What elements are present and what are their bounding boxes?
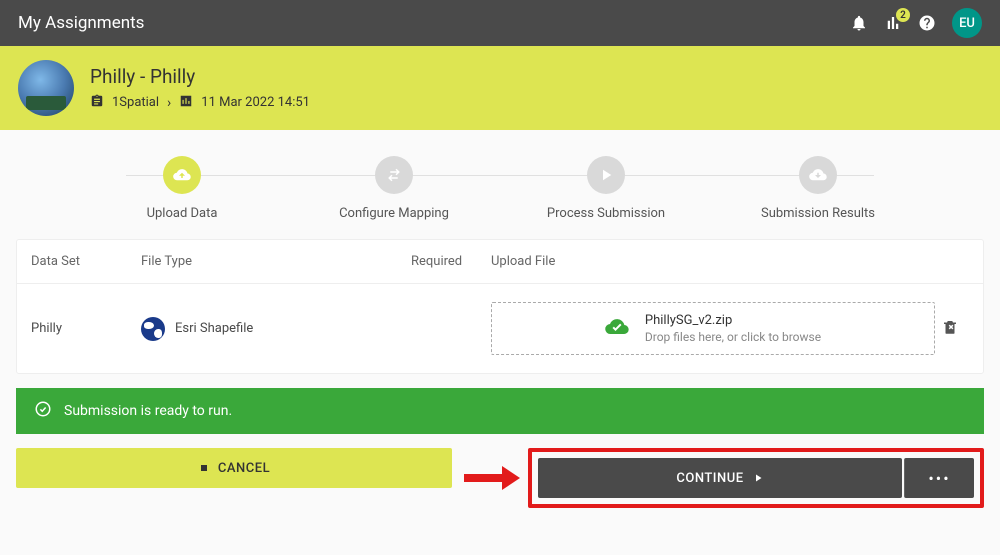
chart-badge: 2 bbox=[896, 8, 910, 22]
swap-icon bbox=[375, 156, 413, 194]
uploaded-filename: PhillySG_v2.zip bbox=[645, 313, 732, 328]
cloud-upload-icon bbox=[163, 156, 201, 194]
column-header-uploadfile: Upload File bbox=[491, 254, 935, 269]
cell-upload: PhillySG_v2.zip Drop files here, or clic… bbox=[491, 302, 935, 355]
step-label: Submission Results bbox=[761, 206, 875, 221]
assignment-header: Philly - Philly 1Spatial › 11 Mar 2022 1… bbox=[0, 46, 1000, 130]
table-row: Philly Esri Shapefile PhillySG_v2.zip Dr… bbox=[17, 284, 983, 373]
top-bar: My Assignments 2 EU bbox=[0, 0, 1000, 46]
cell-dataset: Philly bbox=[31, 321, 141, 336]
dropzone-text: PhillySG_v2.zip Drop files here, or clic… bbox=[645, 313, 821, 344]
bell-icon[interactable] bbox=[850, 14, 868, 32]
step-label: Process Submission bbox=[547, 206, 665, 221]
cloud-download-icon bbox=[799, 156, 837, 194]
column-header-dataset: Data Set bbox=[31, 254, 141, 269]
continue-highlight-box: CONTINUE ••• bbox=[528, 448, 984, 508]
chart-icon[interactable]: 2 bbox=[884, 14, 902, 32]
clipboard-icon bbox=[90, 94, 104, 112]
user-avatar[interactable]: EU bbox=[952, 8, 982, 38]
play-icon bbox=[752, 472, 764, 484]
file-dropzone[interactable]: PhillySG_v2.zip Drop files here, or clic… bbox=[491, 302, 935, 355]
status-message: Submission is ready to run. bbox=[64, 403, 232, 419]
assignment-title: Philly - Philly bbox=[90, 65, 310, 88]
breadcrumb-org[interactable]: 1Spatial bbox=[112, 95, 159, 110]
step-submission-results[interactable]: Submission Results bbox=[712, 156, 924, 221]
cancel-button[interactable]: CANCEL bbox=[16, 448, 452, 488]
stop-icon bbox=[198, 462, 210, 474]
assignment-logo bbox=[18, 60, 74, 116]
column-header-filetype: File Type bbox=[141, 254, 411, 269]
annotation-arrow bbox=[460, 448, 520, 508]
check-circle-icon bbox=[34, 400, 52, 422]
cell-delete bbox=[935, 318, 965, 340]
chevron-right-icon: › bbox=[167, 95, 171, 111]
step-upload-data[interactable]: Upload Data bbox=[76, 156, 288, 221]
help-icon[interactable] bbox=[918, 14, 936, 32]
delete-icon[interactable] bbox=[941, 318, 959, 340]
step-label: Upload Data bbox=[147, 206, 218, 221]
filetype-label: Esri Shapefile bbox=[175, 321, 253, 336]
cell-filetype: Esri Shapefile bbox=[141, 317, 411, 341]
step-label: Configure Mapping bbox=[339, 206, 449, 221]
assignment-info: Philly - Philly 1Spatial › 11 Mar 2022 1… bbox=[90, 65, 310, 112]
chart-bar-icon bbox=[179, 94, 193, 112]
step-process-submission[interactable]: Process Submission bbox=[500, 156, 712, 221]
cloud-check-icon bbox=[605, 315, 629, 343]
stepper: Upload Data Configure Mapping Process Su… bbox=[16, 156, 984, 221]
continue-label: CONTINUE bbox=[676, 471, 743, 486]
column-header-required: Required bbox=[411, 254, 491, 269]
arrow-right-icon bbox=[464, 466, 520, 490]
step-configure-mapping[interactable]: Configure Mapping bbox=[288, 156, 500, 221]
page-title: My Assignments bbox=[18, 13, 850, 33]
table-header-row: Data Set File Type Required Upload File bbox=[17, 240, 983, 284]
action-row: CANCEL CONTINUE ••• bbox=[16, 448, 984, 508]
breadcrumb: 1Spatial › 11 Mar 2022 14:51 bbox=[90, 94, 310, 112]
globe-icon bbox=[141, 317, 165, 341]
status-banner: Submission is ready to run. bbox=[16, 388, 984, 434]
main-content: Upload Data Configure Mapping Process Su… bbox=[0, 130, 1000, 508]
dropzone-hint: Drop files here, or click to browse bbox=[645, 330, 821, 344]
breadcrumb-timestamp: 11 Mar 2022 14:51 bbox=[201, 95, 310, 110]
cancel-label: CANCEL bbox=[218, 461, 270, 476]
topbar-actions: 2 EU bbox=[850, 8, 982, 38]
more-button[interactable]: ••• bbox=[904, 458, 974, 498]
play-icon bbox=[587, 156, 625, 194]
continue-button[interactable]: CONTINUE bbox=[538, 458, 902, 498]
upload-table: Data Set File Type Required Upload File … bbox=[16, 239, 984, 374]
